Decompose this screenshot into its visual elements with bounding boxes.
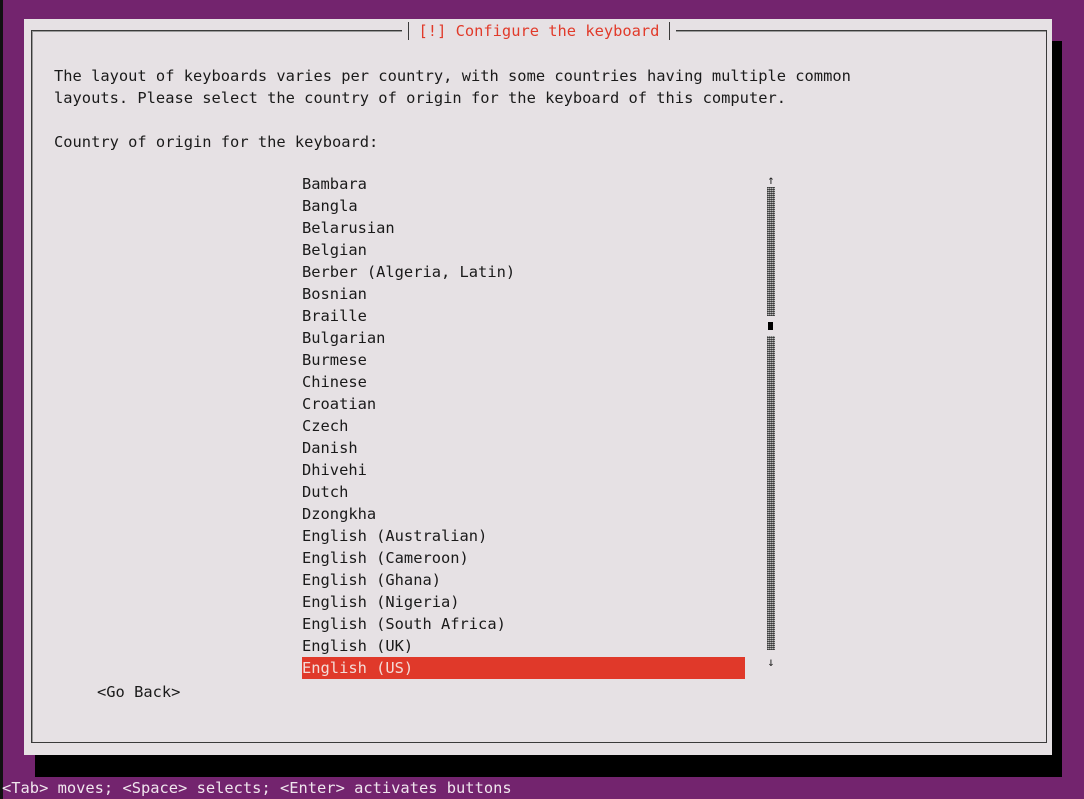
list-item[interactable]: English (Cameroon) xyxy=(302,547,745,569)
list-item[interactable]: Dutch xyxy=(302,481,745,503)
list-scrollbar[interactable]: ↑ ↓ xyxy=(765,173,777,679)
list-item[interactable]: English (UK) xyxy=(302,635,745,657)
country-list[interactable]: Bambara Bangla Belarusian Belgian Berber (Al… xyxy=(302,173,745,679)
dialog-title: [!] Configure the keyboard xyxy=(418,22,660,40)
list-item[interactable]: Berber (Algeria, Latin) xyxy=(302,261,745,283)
keyboard-dialog: [!] Configure the keyboard The layout of… xyxy=(24,19,1052,755)
list-item[interactable]: English (Ghana) xyxy=(302,569,745,591)
list-item[interactable]: Burmese xyxy=(302,349,745,371)
list-item[interactable]: Braille xyxy=(302,305,745,327)
list-item[interactable]: Czech xyxy=(302,415,745,437)
go-back-button[interactable]: <Go Back> xyxy=(97,681,180,703)
list-item[interactable]: Dzongkha xyxy=(302,503,745,525)
scroll-down-icon[interactable]: ↓ xyxy=(765,651,777,673)
dialog-title-bar: [!] Configure the keyboard xyxy=(32,20,1046,42)
list-item[interactable]: Belarusian xyxy=(302,217,745,239)
list-item[interactable]: Bulgarian xyxy=(302,327,745,349)
list-item[interactable]: English (Nigeria) xyxy=(302,591,745,613)
dialog-frame: [!] Configure the keyboard The layout of… xyxy=(31,21,1047,743)
title-left-tick xyxy=(408,21,410,40)
country-prompt-label: Country of origin for the keyboard: xyxy=(54,133,379,151)
list-item-selected[interactable]: English (US) xyxy=(302,657,745,679)
title-right-tick xyxy=(668,21,670,40)
list-item[interactable]: Danish xyxy=(302,437,745,459)
scrollbar-track-upper[interactable] xyxy=(767,187,775,316)
list-item[interactable]: Bosnian xyxy=(302,283,745,305)
list-item[interactable]: English (South Africa) xyxy=(302,613,745,635)
scrollbar-track-lower[interactable] xyxy=(767,336,775,650)
list-item[interactable]: Belgian xyxy=(302,239,745,261)
dialog-title-wrap: [!] Configure the keyboard xyxy=(402,21,676,40)
list-item[interactable]: Dhivehi xyxy=(302,459,745,481)
list-item[interactable]: English (Australian) xyxy=(302,525,745,547)
screen-edge xyxy=(0,0,3,799)
scrollbar-thumb[interactable] xyxy=(768,322,773,330)
list-item[interactable]: Bangla xyxy=(302,195,745,217)
status-bar-help: <Tab> moves; <Space> selects; <Enter> ac… xyxy=(2,779,512,797)
list-item[interactable]: Croatian xyxy=(302,393,745,415)
dialog-description: The layout of keyboards varies per count… xyxy=(54,67,851,107)
list-item[interactable]: Bambara xyxy=(302,173,745,195)
list-item[interactable]: Chinese xyxy=(302,371,745,393)
scroll-up-icon[interactable]: ↑ xyxy=(765,173,777,187)
